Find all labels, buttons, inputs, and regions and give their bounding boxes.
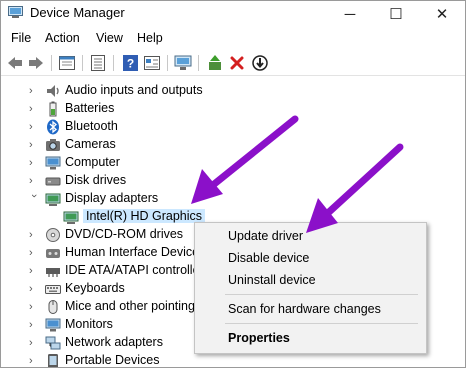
- chevron-right-icon[interactable]: ›: [29, 355, 39, 367]
- toolbar-separator: [198, 55, 199, 71]
- device-manager-window: Device Manager ─ ☐ ✕ File Action View He…: [0, 0, 466, 368]
- chevron-down-icon[interactable]: ›: [28, 194, 40, 204]
- chevron-right-icon[interactable]: ›: [29, 121, 39, 133]
- tree-item-label: Human Interface Device: [65, 245, 200, 259]
- display-icon: [45, 193, 61, 206]
- update-driver-menu-item[interactable]: Update driver: [195, 225, 426, 247]
- tree-item-label: Audio inputs and outputs: [65, 83, 203, 97]
- properties-menu-item[interactable]: Properties: [195, 327, 426, 349]
- properties-sheet-icon[interactable]: [58, 54, 76, 72]
- tree-item-label: DVD/CD-ROM drives: [65, 227, 184, 241]
- tree-item-label: Disk drives: [65, 173, 127, 187]
- menu-bar: File Action View Help: [1, 29, 465, 49]
- menu-view[interactable]: View: [96, 31, 123, 45]
- menu-separator: [225, 294, 418, 295]
- minimize-button[interactable]: ─: [327, 1, 373, 27]
- tree-item-label: Display adapters: [65, 191, 159, 205]
- menu-action[interactable]: Action: [45, 31, 80, 45]
- keyboard-icon: [45, 285, 61, 294]
- uninstall-icon[interactable]: [228, 54, 246, 72]
- monitor-icon: [45, 318, 61, 332]
- network-icon: [45, 336, 61, 350]
- chevron-right-icon[interactable]: ›: [29, 229, 39, 241]
- add-driver-icon[interactable]: [206, 54, 224, 72]
- dvd-icon: [46, 228, 60, 242]
- chevron-right-icon[interactable]: ›: [29, 265, 39, 277]
- tree-item-computer[interactable]: › Computer: [1, 154, 465, 172]
- toolbar-separator: [82, 55, 83, 71]
- toolbar-separator: [113, 55, 114, 71]
- tree-item-label: Portable Devices: [65, 353, 160, 367]
- toolbar: ?: [1, 51, 465, 76]
- tree-item-label: Mice and other pointing: [65, 299, 195, 313]
- scan-hardware-menu-item[interactable]: Scan for hardware changes: [195, 298, 426, 320]
- tree-item-label: Computer: [65, 155, 120, 169]
- portable-icon: [48, 354, 58, 367]
- tree-item-label: Network adapters: [65, 335, 163, 349]
- context-menu: Update driver Disable device Uninstall d…: [194, 222, 427, 354]
- tree-item-label: Keyboards: [65, 281, 125, 295]
- chevron-right-icon[interactable]: ›: [29, 139, 39, 151]
- tree-item-label: Intel(R) HD Graphics: [83, 209, 205, 223]
- maximize-button[interactable]: ☐: [373, 1, 419, 27]
- display-icon: [63, 211, 79, 224]
- close-button[interactable]: ✕: [419, 1, 465, 27]
- tree-item-cameras[interactable]: › Cameras: [1, 136, 465, 154]
- toolbar-separator: [167, 55, 168, 71]
- computer-icon: [45, 156, 61, 170]
- tree-item-label: Batteries: [65, 101, 115, 115]
- tree-item-disk-drives[interactable]: › Disk drives: [1, 172, 465, 190]
- tree-item-label: IDE ATA/ATAPI controller: [65, 263, 204, 277]
- ide-icon: [46, 268, 60, 277]
- svg-text:?: ?: [126, 57, 133, 71]
- chevron-right-icon[interactable]: ›: [29, 283, 39, 295]
- menu-separator: [225, 323, 418, 324]
- tree-item-portable-devices[interactable]: › Portable Devices: [1, 352, 465, 367]
- computer-scan-icon[interactable]: [174, 54, 192, 72]
- forward-icon[interactable]: [27, 54, 45, 72]
- mouse-icon: [48, 300, 58, 314]
- disable-device-menu-item[interactable]: Disable device: [195, 247, 426, 269]
- list-view-icon[interactable]: [89, 54, 107, 72]
- title-bar[interactable]: Device Manager ─ ☐ ✕: [1, 1, 465, 27]
- tree-item-batteries[interactable]: › Batteries: [1, 100, 465, 118]
- tree-item-label: Bluetooth: [65, 119, 118, 133]
- chevron-right-icon[interactable]: ›: [29, 175, 39, 187]
- back-icon[interactable]: [6, 54, 24, 72]
- tree-item-bluetooth[interactable]: › Bluetooth: [1, 118, 465, 136]
- chevron-right-icon[interactable]: ›: [29, 337, 39, 349]
- chevron-right-icon[interactable]: ›: [29, 319, 39, 331]
- menu-help[interactable]: Help: [137, 31, 163, 45]
- battery-icon: [49, 101, 57, 117]
- device-manager-app-icon: [8, 6, 23, 18]
- view-icon[interactable]: [143, 54, 161, 72]
- update-icon[interactable]: [251, 54, 269, 72]
- chevron-right-icon[interactable]: ›: [29, 157, 39, 169]
- tree-item-label: Monitors: [65, 317, 113, 331]
- menu-file[interactable]: File: [11, 31, 31, 45]
- chevron-right-icon[interactable]: ›: [29, 85, 39, 97]
- speaker-icon: [47, 85, 59, 97]
- chevron-right-icon[interactable]: ›: [29, 247, 39, 259]
- help-icon[interactable]: ?: [121, 54, 139, 72]
- tree-item-label: Cameras: [65, 137, 116, 151]
- chevron-right-icon[interactable]: ›: [29, 301, 39, 313]
- hid-icon: [46, 249, 60, 258]
- camera-icon: [46, 139, 60, 151]
- disk-icon: [45, 177, 61, 186]
- uninstall-device-menu-item[interactable]: Uninstall device: [195, 269, 426, 291]
- bluetooth-icon: [47, 119, 59, 135]
- window-title: Device Manager: [30, 5, 125, 20]
- tree-item-display-adapters[interactable]: › Display adapters: [1, 190, 465, 208]
- toolbar-separator: [51, 55, 52, 71]
- chevron-right-icon[interactable]: ›: [29, 103, 39, 115]
- tree-item-audio[interactable]: › Audio inputs and outputs: [1, 82, 465, 100]
